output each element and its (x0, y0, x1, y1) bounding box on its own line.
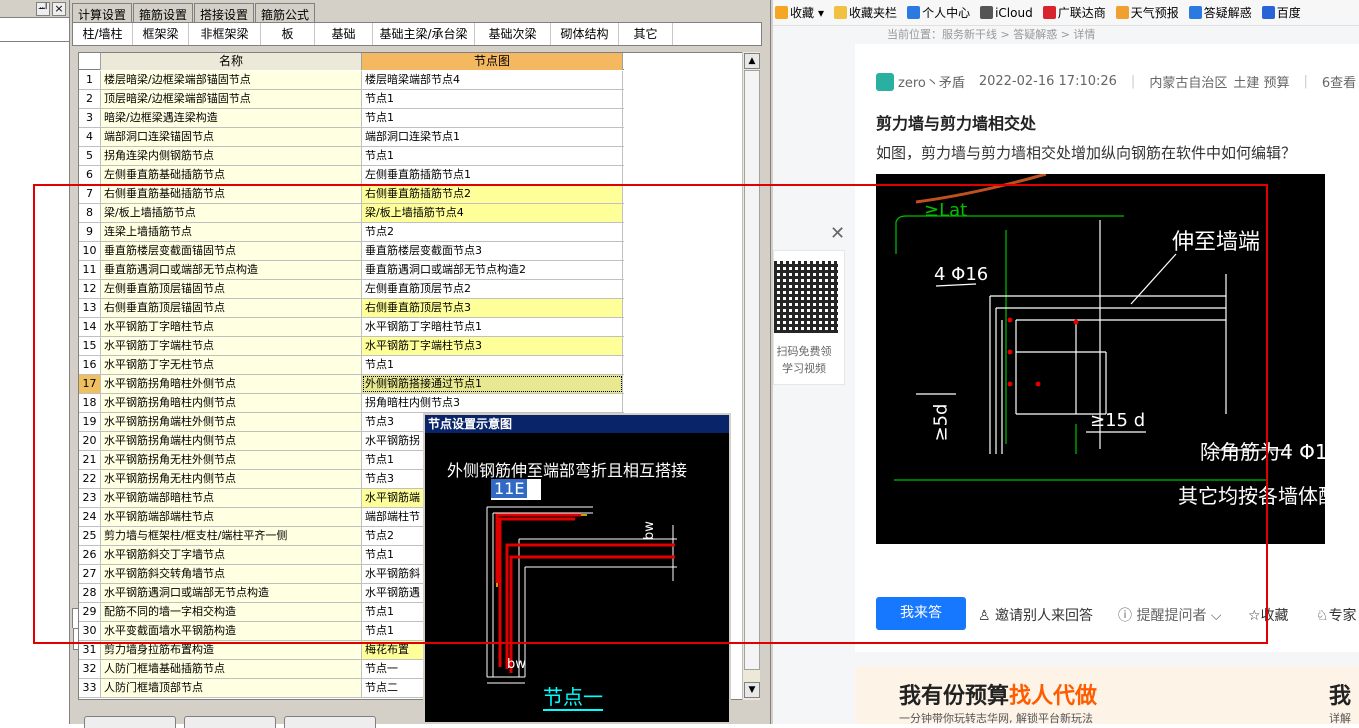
ad-banner[interactable]: 我有份预算找人代做 一分钟带你玩转志华网, 解锁平台新玩法 我 详解 (855, 666, 1359, 725)
bottom-buttons (84, 716, 376, 728)
bookmark-2[interactable]: 个人中心 (907, 4, 970, 21)
top-tab-bar: 计算设置节点设置箍筋设置搭接设置箍筋公式 (72, 3, 316, 628)
row-number: 3 (79, 109, 101, 127)
bookmark-0[interactable]: 收藏 ▾ (775, 4, 824, 21)
baidu-icon (1261, 6, 1275, 19)
bookmark-1[interactable]: 收藏夹栏 (834, 4, 897, 21)
subtab-4[interactable]: 板 (261, 23, 315, 45)
bookmark-6[interactable]: 答疑解惑 (1188, 4, 1252, 21)
row-name: 顶层暗梁/边框梁端部锚固节点 (101, 90, 362, 108)
apple-icon (980, 5, 994, 19)
red-highlight-frame (33, 184, 1268, 644)
column-header-node: 节点图 (362, 53, 623, 70)
row-number: 1 (79, 71, 101, 89)
table-row[interactable]: 1 楼层暗梁/边框梁端部锚固节点 楼层暗梁端部节点4 (79, 71, 624, 90)
subtab-7[interactable]: 基础次梁 (475, 23, 551, 45)
tab-2[interactable]: 箍筋设置 (133, 3, 194, 22)
scroll-down-icon[interactable]: ▼ (744, 682, 760, 698)
row-number: 4 (79, 128, 101, 146)
row-name: 端部洞口连梁锚固节点 (101, 128, 362, 146)
table-row[interactable]: 3 暗梁/边框梁遇连梁构造 节点1 (79, 109, 624, 128)
g-logo-icon (1188, 6, 1202, 19)
row-number: 2 (79, 90, 101, 108)
row-node[interactable]: 节点1 (362, 109, 623, 127)
view-count: 6查看 (1321, 76, 1357, 91)
pin-icon[interactable]: ᆈ (36, 2, 50, 16)
question-meta: zero丶矛盾 2022-02-16 17:10:26 | 内蒙古自治区 土建 … (876, 72, 1359, 91)
subtab-9[interactable]: 其它 (619, 23, 673, 45)
subtab-3[interactable]: 非框架梁 (189, 23, 261, 45)
chevron-down-icon: ▾ (818, 6, 825, 20)
row-name: 楼层暗梁/边框梁端部锚固节点 (101, 71, 362, 89)
row-name: 拐角连梁内侧钢筋节点 (101, 147, 362, 165)
row-name: 左侧垂直筋基础插筋节点 (101, 166, 362, 184)
bw-label-bottom: bw (507, 657, 526, 672)
row-name: 人防门框墙顶部节点 (101, 679, 362, 697)
tab-4[interactable]: 箍筋公式 (255, 3, 316, 22)
tab-0[interactable]: 计算设置 (72, 3, 133, 22)
sub-tab-bar: 柱/墙柱剪力墙框架梁非框架梁板基础基础主梁/承台梁基础次梁砌体结构其它 (72, 22, 762, 650)
table-row[interactable]: 6 左侧垂直筋基础插筋节点 左侧垂直筋插筋节点1 (79, 166, 624, 185)
subtab-0[interactable]: 柱/墙柱 (73, 23, 133, 45)
bookmarks-bar: 收藏 ▾ 收藏夹栏 个人中心 iCloud 广联达商 天气预报 答疑解惑 百度 (773, 0, 1359, 26)
tab-3[interactable]: 搭接设置 (194, 3, 255, 22)
folder-icon (834, 6, 848, 19)
subtab-2[interactable]: 框架梁 (133, 23, 189, 45)
g-logo-icon (907, 6, 921, 19)
table-row[interactable]: 4 端部洞口连梁锚固节点 端部洞口连梁节点1 (79, 128, 624, 147)
star-icon (775, 6, 788, 19)
glodon-icon (1042, 6, 1056, 19)
question-text: 如图，剪力墙与剪力墙相交处增加纵向钢筋在软件中如何编辑？ (876, 144, 1297, 162)
expert-icon: ♘ (1316, 608, 1329, 624)
subtab-8[interactable]: 砌体结构 (551, 23, 619, 45)
subtab-6[interactable]: 基础主梁/承台梁 (373, 23, 475, 45)
row-node[interactable]: 节点1 (362, 90, 623, 108)
row-name: 人防门框墙基础插筋节点 (101, 660, 362, 678)
ad-headline: 我有份预算找人代做 (899, 684, 1098, 709)
close-icon[interactable]: × (52, 2, 66, 16)
node-label: 节点一 (543, 685, 603, 711)
row-node[interactable]: 节点1 (362, 147, 623, 165)
post-date: 2022-02-16 17:10:26 (978, 74, 1117, 89)
row-node[interactable]: 左侧垂直筋插筋节点1 (362, 166, 623, 184)
column-header-name: 名称 (101, 53, 362, 70)
grid-header: 名称 节点图 (79, 53, 624, 70)
bookmark-5[interactable]: 天气预报 (1115, 4, 1179, 21)
weather-icon (1115, 6, 1129, 19)
bookmark-3[interactable]: iCloud (980, 5, 1033, 20)
ad-right-headline: 我 (1329, 684, 1352, 709)
subtab-5[interactable]: 基础 (315, 23, 373, 45)
row-node[interactable]: 端部洞口连梁节点1 (362, 128, 623, 146)
tags: 土建 预算 (1233, 76, 1290, 91)
scroll-up-icon[interactable]: ▲ (744, 53, 760, 69)
row-number: 5 (79, 147, 101, 165)
breadcrumb: 当前位置：服务新干线 > 答疑解惑 > 详情 (887, 28, 1096, 41)
author-name[interactable]: zero丶矛盾 (898, 72, 965, 91)
export-rules-button[interactable] (184, 716, 276, 728)
restore-button[interactable] (284, 716, 376, 728)
row-node[interactable]: 楼层暗梁端部节点4 (362, 71, 623, 89)
question-title: 剪力墙与剪力墙相交处 (876, 114, 1037, 133)
expert-link[interactable]: ♘专家 (1316, 605, 1357, 625)
row-number: 33 (79, 679, 101, 697)
avatar[interactable] (876, 72, 894, 91)
row-number: 6 (79, 166, 101, 184)
row-name: 暗梁/边框梁遇连梁构造 (101, 109, 362, 127)
table-row[interactable]: 5 拐角连梁内侧钢筋节点 节点1 (79, 147, 624, 166)
bookmark-7[interactable]: 百度 (1261, 4, 1301, 21)
bookmark-4[interactable]: 广联达商 (1042, 4, 1106, 21)
table-row[interactable]: 2 顶层暗梁/边框梁端部锚固节点 节点1 (79, 90, 624, 109)
import-rules-button[interactable] (84, 716, 176, 728)
row-number: 32 (79, 660, 101, 678)
region: 内蒙古自治区 (1149, 76, 1228, 91)
